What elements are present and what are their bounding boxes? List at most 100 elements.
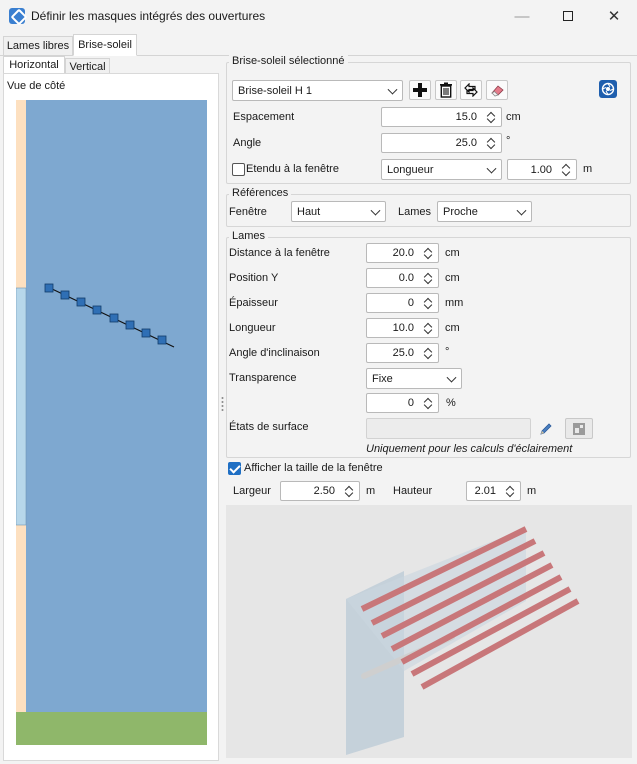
largeur-spinner[interactable]: 2.50 [280, 481, 360, 501]
app-icon [9, 8, 25, 24]
erase-button[interactable] [486, 80, 508, 100]
tab-lames-libres[interactable]: Lames libres [3, 36, 73, 56]
chevron-down-icon [370, 205, 381, 216]
library-icon [573, 422, 585, 435]
maximize-button[interactable] [545, 0, 591, 32]
brise-soleil-select[interactable]: Brise-soleil H 1 [232, 80, 403, 101]
slat-handle[interactable] [60, 290, 70, 300]
close-button[interactable]: ✕ [591, 0, 637, 32]
etendu-checkbox[interactable] [232, 163, 245, 176]
window-glass [16, 287, 27, 526]
spin-down-icon[interactable] [423, 253, 433, 259]
chevron-down-icon [446, 372, 457, 383]
etats-note: Uniquement pour les calculs d'éclairemen… [366, 443, 573, 455]
selected-group-label: Brise-soleil sélectionné [229, 55, 348, 67]
distance-label: Distance à la fenêtre [229, 247, 330, 259]
lames-group-label: Lames [229, 230, 269, 242]
hauteur-spinner[interactable]: 2.01 [466, 481, 521, 501]
minimize-button[interactable]: — [499, 0, 545, 32]
etats-label: États de surface [229, 421, 309, 433]
chevron-down-icon [516, 205, 527, 216]
inclinaison-spinner[interactable]: 25.0 [366, 343, 439, 363]
spin-down-icon[interactable] [423, 303, 433, 309]
position-y-unit: cm [445, 272, 460, 284]
chevron-down-icon [387, 84, 398, 95]
eraser-icon [491, 85, 504, 97]
distance-spinner[interactable]: 20.0 [366, 243, 439, 263]
angle-label: Angle [233, 137, 262, 149]
chevron-down-icon [486, 163, 497, 174]
longueur-unit: cm [445, 322, 460, 334]
spin-down-icon[interactable] [423, 353, 433, 359]
epaisseur-unit: mm [445, 297, 464, 309]
etats-field[interactable] [366, 418, 531, 439]
slat-handle[interactable] [92, 305, 102, 315]
references-group-label: Références [229, 187, 292, 199]
ground-area [16, 712, 207, 745]
tab-brise-soleil[interactable]: Brise-soleil [73, 34, 137, 56]
aperture-button[interactable] [599, 80, 617, 98]
epaisseur-label: Épaisseur [229, 297, 278, 309]
delete-button[interactable] [435, 80, 457, 100]
etendu-unit: m [583, 163, 593, 175]
position-y-label: Position Y [229, 272, 279, 284]
preview-3d[interactable] [226, 505, 632, 758]
hauteur-label: Hauteur [393, 485, 433, 497]
hauteur-unit: m [527, 485, 537, 497]
spin-down-icon[interactable] [423, 278, 433, 284]
etendu-label: Etendu à la fenêtre [246, 163, 339, 175]
spin-down-icon[interactable] [423, 328, 433, 334]
transparence-label: Transparence [229, 372, 297, 384]
inclinaison-label: Angle d'inclinaison [229, 347, 320, 359]
add-button[interactable] [409, 80, 431, 100]
maximize-icon [563, 11, 573, 21]
copy-button[interactable] [460, 80, 482, 100]
preview-canvas [346, 526, 580, 755]
slat-handle[interactable] [157, 335, 167, 345]
aperture-icon [601, 82, 615, 96]
surface-library-button[interactable] [565, 418, 593, 439]
espacement-label: Espacement [233, 111, 295, 123]
spin-down-icon[interactable] [486, 143, 496, 149]
transparence-unit: % [446, 397, 456, 409]
angle-spinner[interactable]: 25.0 [381, 133, 502, 153]
slat-handle[interactable] [125, 320, 135, 330]
slat-handle[interactable] [109, 313, 119, 323]
pencil-icon [540, 422, 552, 435]
trash-icon [440, 82, 452, 98]
side-view-label: Vue de côté [7, 80, 66, 92]
slat-handle[interactable] [76, 297, 86, 307]
espacement-unit: cm [506, 111, 521, 123]
fenetre-select[interactable]: Haut [291, 201, 386, 222]
plus-icon [413, 83, 427, 97]
espacement-spinner[interactable]: 15.0 [381, 107, 502, 127]
swap-icon [464, 83, 478, 97]
lames-ref-select[interactable]: Proche [437, 201, 532, 222]
slat-handle[interactable] [141, 328, 151, 338]
spin-down-icon[interactable] [344, 491, 354, 497]
spin-down-icon[interactable] [486, 117, 496, 123]
sky-area [26, 100, 207, 712]
spin-down-icon[interactable] [423, 403, 433, 409]
spin-down-icon[interactable] [561, 170, 571, 176]
fenetre-label: Fenêtre [229, 206, 267, 218]
longueur-spinner[interactable]: 10.0 [366, 318, 439, 338]
afficher-taille-label: Afficher la taille de la fenêtre [244, 462, 383, 474]
edit-surface-button[interactable] [535, 418, 557, 439]
distance-unit: cm [445, 247, 460, 259]
epaisseur-spinner[interactable]: 0 [366, 293, 439, 313]
angle-unit: ° [506, 135, 511, 147]
transparence-spinner[interactable]: 0 [366, 393, 439, 413]
window-title: Définir les masques intégrés des ouvertu… [31, 9, 266, 23]
inclinaison-unit: ° [445, 346, 450, 358]
slat-handle[interactable] [44, 283, 54, 293]
transparence-select[interactable]: Fixe [366, 368, 462, 389]
etendu-spinner[interactable]: 1.00 [507, 159, 577, 180]
tab-horizontal[interactable]: Horizontal [3, 56, 65, 74]
position-y-spinner[interactable]: 0.0 [366, 268, 439, 288]
spin-down-icon[interactable] [505, 491, 515, 497]
etendu-select[interactable]: Longueur [381, 159, 502, 180]
afficher-taille-checkbox[interactable] [228, 462, 241, 475]
largeur-label: Largeur [233, 485, 271, 497]
splitter-handle[interactable] [221, 396, 224, 414]
